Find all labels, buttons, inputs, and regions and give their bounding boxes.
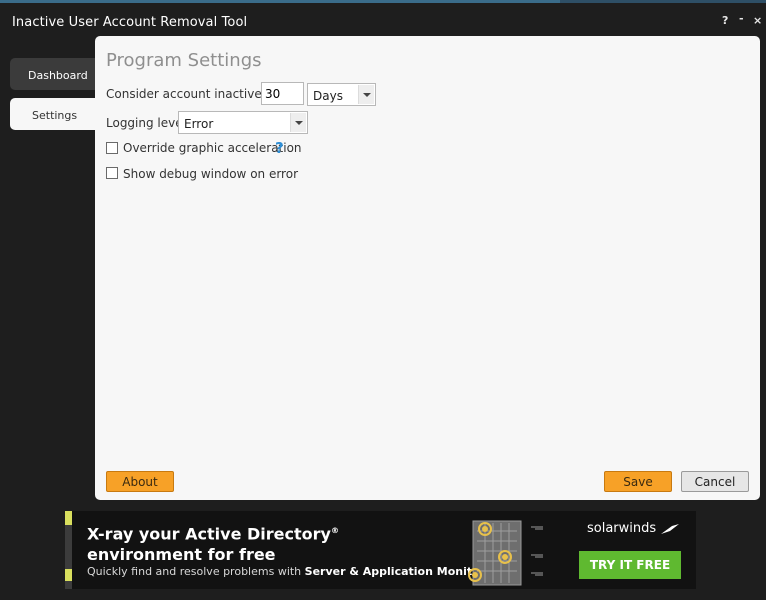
brand-name: solarwinds [587,521,657,536]
question-mark-icon[interactable]: ? [275,139,284,157]
chevron-down-icon[interactable] [358,85,374,104]
debug-window-label[interactable]: Show debug window on error [123,167,298,181]
logging-level-label: Logging level [106,116,186,130]
nav-item-label: Dashboard [28,69,88,82]
chevron-down-icon[interactable] [290,113,306,132]
solarwinds-logo: solarwinds [587,521,680,536]
app-title: Inactive User Account Removal Tool [12,15,248,30]
registered-mark: ® [330,526,339,535]
debug-window-checkbox[interactable] [106,167,118,179]
logging-level-select[interactable]: Error [178,111,308,134]
try-it-free-button[interactable]: TRY IT FREE [579,551,681,579]
title-bar: Inactive User Account Removal Tool ? - × [0,3,766,33]
banner-headline-line1: X-ray your Active Directory [87,524,331,544]
save-button[interactable]: Save [604,471,672,492]
banner-headline: X-ray your Active Directory® environment… [87,520,339,565]
banner-subtitle: Quickly find and resolve problems with S… [87,565,485,578]
close-icon[interactable]: × [753,14,762,27]
nav-item-label: Settings [32,109,78,122]
banner-accent-bar [65,511,72,589]
brand-swoosh-icon [661,523,680,534]
period-unit-select[interactable]: Days [307,83,376,106]
page-title: Program Settings [106,50,262,71]
override-acceleration-checkbox[interactable] [106,142,118,154]
help-icon[interactable]: ? [722,14,728,27]
cancel-button[interactable]: Cancel [681,471,749,492]
nav-item-settings[interactable]: Settings [10,98,102,130]
ad-banner[interactable]: X-ray your Active Directory® environment… [65,511,696,589]
nav-item-dashboard[interactable]: Dashboard [10,58,102,90]
banner-subtitle-prefix: Quickly find and resolve problems with [87,565,302,578]
server-rack-icon [468,520,543,586]
minimize-icon[interactable]: - [739,12,744,25]
logging-level-value: Error [184,117,214,131]
settings-panel: Program Settings Consider account inacti… [95,36,760,500]
inactive-days-input[interactable] [261,82,304,105]
banner-headline-line2: environment for free [87,545,276,565]
banner-subtitle-product: Server & Application Monitor [304,565,486,578]
period-unit-value: Days [313,89,343,103]
about-button[interactable]: About [106,471,174,492]
